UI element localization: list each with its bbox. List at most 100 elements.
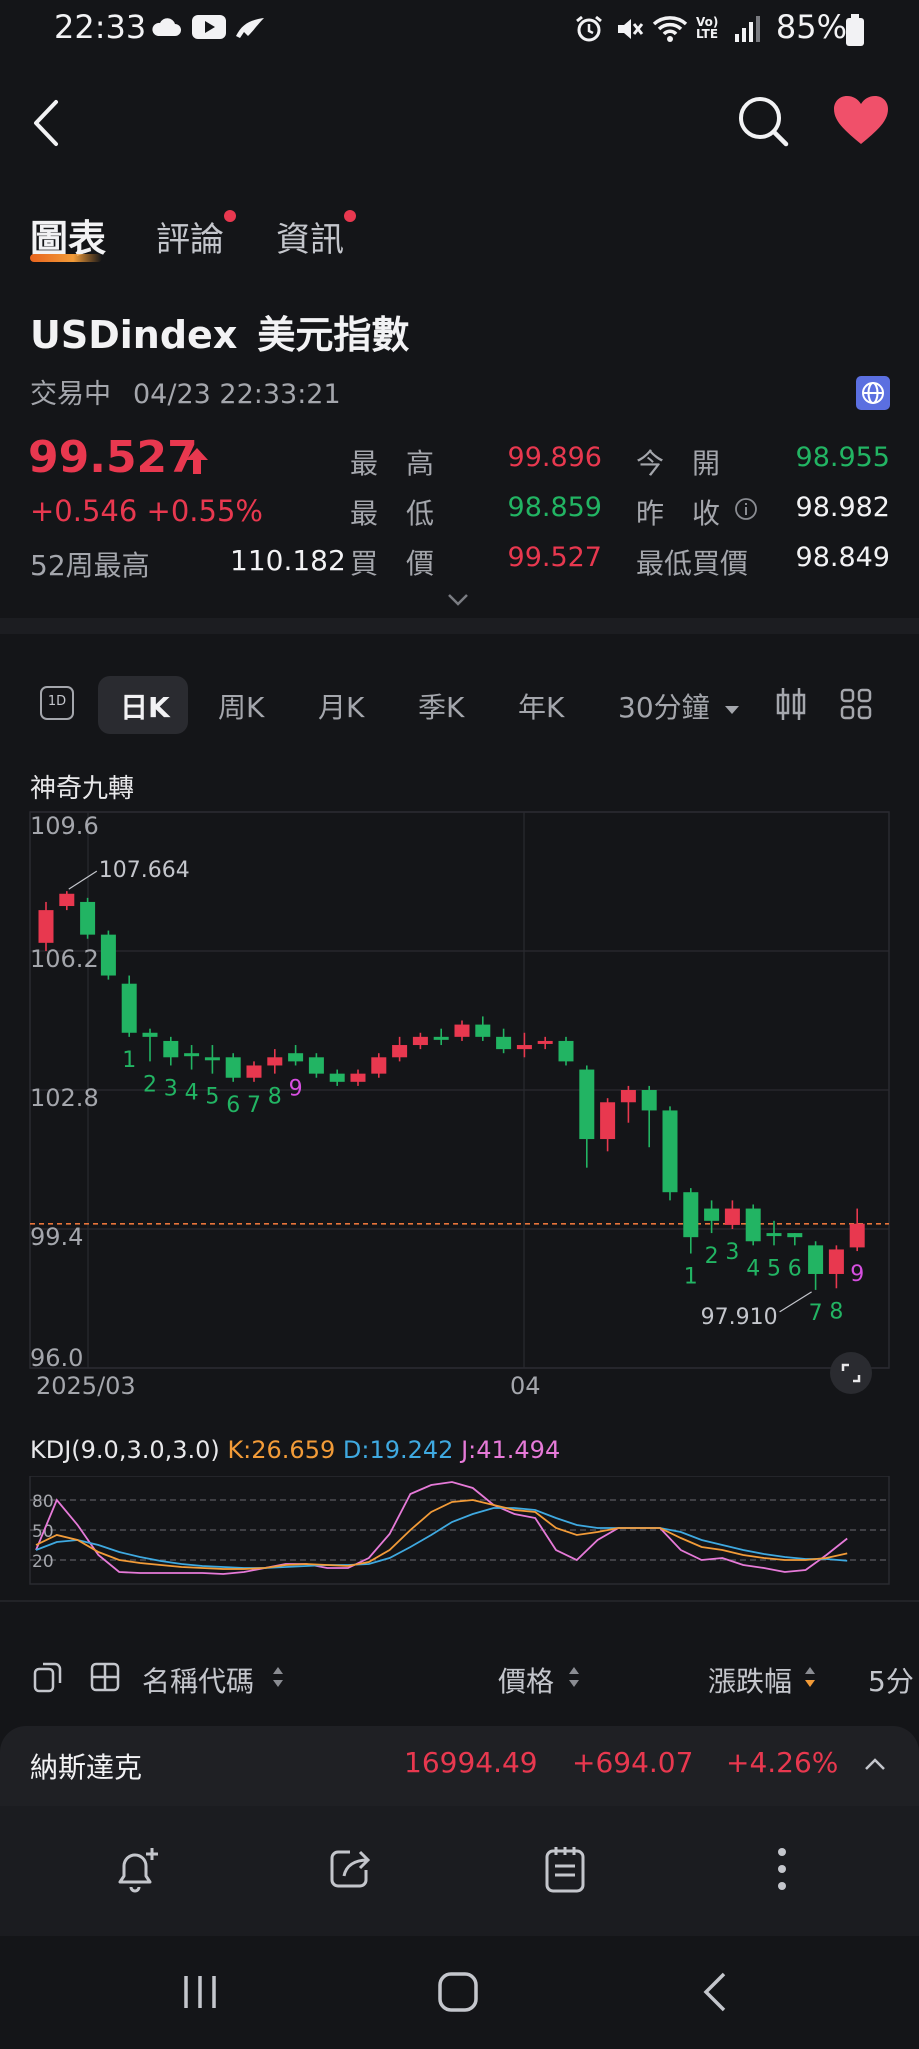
candle xyxy=(163,1036,179,1066)
add-alert-button[interactable] xyxy=(114,1844,160,1898)
tab-comments[interactable]: 評論 xyxy=(156,212,224,261)
candle xyxy=(724,1200,740,1229)
info-icon[interactable] xyxy=(734,497,758,525)
period-30min[interactable]: 30分鐘 xyxy=(618,686,710,726)
battery-level: 85% xyxy=(775,8,847,46)
candle xyxy=(225,1053,241,1082)
signal-icon xyxy=(734,14,760,48)
candlestick-chart[interactable]: 109.6 106.2 102.8 99.4 96.0 1234567891234567… xyxy=(0,800,919,1410)
candle-body xyxy=(371,1057,387,1074)
search-button[interactable] xyxy=(736,94,790,152)
kdj-params: KDJ(9.0,3.0,3.0) xyxy=(30,1436,220,1464)
col-price-header[interactable]: 價格 xyxy=(498,1660,554,1700)
back-arrow-icon xyxy=(34,100,58,146)
high-value: 99.896 xyxy=(507,442,602,473)
td-count-label: 4 xyxy=(185,1081,199,1106)
candle-body xyxy=(225,1057,241,1078)
candle xyxy=(828,1245,844,1289)
candle-body xyxy=(849,1223,865,1248)
candlestick-icon xyxy=(776,688,806,720)
tab-info[interactable]: 資訊 xyxy=(276,212,344,261)
candle xyxy=(412,1032,428,1050)
candle xyxy=(516,1032,532,1058)
period-daily[interactable]: 日K xyxy=(120,686,170,726)
candle xyxy=(620,1085,636,1123)
td-count-label: 8 xyxy=(268,1085,282,1110)
fullscreen-icon xyxy=(841,1363,861,1383)
notes-button[interactable] xyxy=(544,1844,586,1898)
period-quarterly[interactable]: 季K xyxy=(418,686,464,726)
kdj-level-label: 20 xyxy=(32,1552,54,1572)
candle xyxy=(59,891,75,911)
candle xyxy=(121,975,137,1037)
system-back-button[interactable] xyxy=(700,1970,730,2018)
notification-dot xyxy=(224,210,236,222)
candle-body xyxy=(828,1249,844,1274)
watchlist-toggle-button[interactable] xyxy=(32,1660,64,1698)
price-change: +0.546 +0.55% xyxy=(30,494,263,528)
candle xyxy=(184,1045,200,1070)
chevron-up-icon[interactable] xyxy=(864,1756,886,1775)
youtube-icon xyxy=(192,15,226,43)
share-button[interactable] xyxy=(328,1846,374,1896)
chart-svg: 109.6106.2102.899.496.0 12 3 4 5 6 7 8 912 34 5 67… xyxy=(29,811,890,1372)
period-monthly[interactable]: 月K xyxy=(318,686,364,726)
ticker-banner[interactable]: 納斯達克 16994.49 +694.07 +4.26% xyxy=(0,1726,919,1806)
candle xyxy=(371,1053,387,1078)
back-chevron-icon xyxy=(703,1972,726,2012)
col-change-header[interactable]: 漲跌幅 xyxy=(708,1660,792,1700)
td-count-label: 2 xyxy=(705,1244,719,1269)
candle-body xyxy=(475,1024,491,1037)
layout-grid-button[interactable] xyxy=(840,688,872,724)
candle xyxy=(579,1065,595,1168)
expand-quote-button[interactable] xyxy=(446,592,470,612)
candle xyxy=(496,1028,512,1054)
candle xyxy=(246,1061,262,1082)
dropdown-caret-icon xyxy=(724,700,740,719)
intraday-button[interactable]: 1D xyxy=(40,686,74,720)
col-more-header[interactable]: 5分 xyxy=(868,1660,914,1700)
bird-icon xyxy=(234,14,266,44)
candle xyxy=(683,1188,699,1254)
watchlist-grid-button[interactable] xyxy=(90,1662,120,1696)
y-tick-label: 106.2 xyxy=(30,945,99,973)
period-weekly[interactable]: 周K xyxy=(218,686,264,726)
candle-body xyxy=(308,1057,324,1074)
candle-body xyxy=(163,1040,179,1058)
market-status: 交易中 xyxy=(30,379,111,410)
candle-body xyxy=(100,934,116,976)
candle-body xyxy=(558,1040,574,1062)
annotation-leader xyxy=(68,870,98,890)
sort-active-icon xyxy=(804,1666,816,1692)
y-tick-label: 99.4 xyxy=(30,1223,83,1251)
candle xyxy=(745,1204,761,1246)
period-yearly[interactable]: 年K xyxy=(518,686,564,726)
low-label: 最 低 xyxy=(350,497,435,530)
recent-apps-button[interactable] xyxy=(180,1972,220,2016)
candle-style-button[interactable] xyxy=(776,686,806,726)
chevron-down-icon xyxy=(448,594,468,606)
candle-body xyxy=(745,1208,761,1242)
candle xyxy=(142,1028,158,1062)
candle-body xyxy=(142,1032,158,1037)
candle-body xyxy=(392,1045,408,1058)
candle xyxy=(308,1053,324,1078)
col-name-header[interactable]: 名稱代碼 xyxy=(142,1660,254,1700)
candle-body xyxy=(412,1036,428,1046)
fullscreen-button[interactable] xyxy=(830,1352,872,1394)
status-time: 22:33 xyxy=(54,8,147,46)
low-annotation: 97.910 xyxy=(701,1305,778,1330)
y-tick-label: 96.0 xyxy=(30,1344,83,1372)
candle xyxy=(392,1036,408,1062)
back-button[interactable] xyxy=(28,98,68,148)
trading-status: 交易中 04/23 22:33:21 xyxy=(30,372,341,411)
price-up-arrow-icon xyxy=(184,446,210,480)
favorite-button[interactable] xyxy=(832,94,890,150)
globe-button[interactable] xyxy=(856,376,890,414)
td-count-label: 6 xyxy=(788,1256,802,1281)
candle xyxy=(204,1045,220,1074)
low-value: 98.859 xyxy=(507,492,602,523)
candle-body xyxy=(683,1192,699,1238)
home-button[interactable] xyxy=(436,1970,480,2018)
more-button[interactable] xyxy=(774,1846,790,1896)
